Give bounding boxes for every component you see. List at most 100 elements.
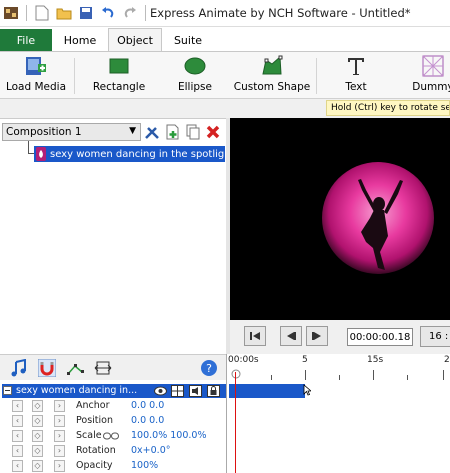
next-keyframe-button[interactable]: › <box>54 430 65 442</box>
timeline-ruler[interactable]: 00:00s 5 15s 20 <box>226 354 450 380</box>
text-button[interactable]: Text <box>336 54 376 98</box>
save-icon[interactable] <box>75 2 97 24</box>
lock-icon[interactable] <box>207 385 220 397</box>
undo-icon[interactable] <box>97 2 119 24</box>
tab-file[interactable]: File <box>0 29 52 51</box>
music-note-icon <box>11 359 26 377</box>
add-keyframe-button[interactable]: ◇ <box>32 415 43 427</box>
previous-keyframe-button[interactable]: ‹ <box>12 430 23 442</box>
delete-icon <box>206 125 220 138</box>
toolbar-separator <box>145 5 146 21</box>
hint-message: Hold (Ctrl) key to rotate sele <box>326 100 450 116</box>
snap-button[interactable] <box>36 358 58 378</box>
hint-bar: Hold (Ctrl) key to rotate sele <box>0 99 450 117</box>
step-forward-icon <box>312 332 321 340</box>
load-media-button[interactable]: Load Media <box>6 54 66 98</box>
tab-object[interactable]: Object <box>108 28 162 51</box>
previous-keyframe-button[interactable]: ‹ <box>12 415 23 427</box>
dummy-label: Dummy <box>412 81 450 93</box>
aspect-ratio-select[interactable]: 16 : <box>420 326 450 347</box>
duplicate-composition-button[interactable] <box>184 122 202 141</box>
property-row-opacity[interactable]: ‹ ◇ › Opacity 100% <box>0 459 226 473</box>
property-value[interactable]: 0.0 0.0 <box>131 400 164 411</box>
property-row-anchor[interactable]: ‹ ◇ › Anchor 0.0 0.0 <box>0 399 226 414</box>
tab-suite[interactable]: Suite <box>164 29 212 51</box>
track-area[interactable] <box>226 380 450 473</box>
ellipse-button[interactable]: Ellipse <box>172 54 218 98</box>
next-keyframe-button[interactable]: › <box>54 415 65 427</box>
layer-name: sexy women dancing in... <box>16 385 138 396</box>
add-keyframe-button[interactable]: ◇ <box>32 460 43 472</box>
ruler-label: 15s <box>367 355 384 365</box>
property-row-scale[interactable]: ‹ ◇ › Scale 100.0% 100.0% <box>0 429 226 444</box>
playhead-marker-icon[interactable] <box>229 369 243 379</box>
previous-keyframe-button[interactable]: ‹ <box>12 460 23 472</box>
add-composition-button[interactable] <box>164 122 182 141</box>
next-keyframe-button[interactable]: › <box>54 445 65 457</box>
ellipse-label: Ellipse <box>178 81 212 93</box>
text-icon <box>348 58 364 75</box>
add-keyframe-button[interactable]: ◇ <box>32 430 43 442</box>
ribbon-tab-row: File Home Object Suite <box>0 27 450 51</box>
collapse-icon[interactable] <box>3 386 12 395</box>
custom-shape-button[interactable]: Custom Shape <box>234 54 310 98</box>
next-keyframe-button[interactable]: › <box>54 460 65 472</box>
property-row-position[interactable]: ‹ ◇ › Position 0.0 0.0 <box>0 414 226 429</box>
toolbar-separator <box>26 5 27 21</box>
visibility-icon[interactable] <box>154 385 167 397</box>
fit-width-icon <box>94 361 112 375</box>
audio-toggle-icon[interactable] <box>189 385 202 397</box>
composition-select[interactable]: Composition 1 ▼ <box>2 123 141 141</box>
link-icon[interactable] <box>103 432 119 440</box>
add-icon <box>166 124 179 139</box>
rectangle-button[interactable]: Rectangle <box>92 54 146 98</box>
rectangle-label: Rectangle <box>92 81 146 93</box>
ruler-label: 20 <box>444 355 450 365</box>
rectangle-icon <box>109 58 129 74</box>
copy-icon <box>186 124 200 139</box>
property-value[interactable]: 100.0% 100.0% <box>131 430 206 441</box>
open-folder-icon[interactable] <box>53 2 75 24</box>
help-button[interactable]: ? <box>198 358 220 378</box>
property-value[interactable]: 0.0 0.0 <box>131 415 164 426</box>
timecode-display[interactable]: 00:00:00.18 <box>347 328 413 346</box>
delete-composition-button[interactable] <box>204 122 222 141</box>
tab-home[interactable]: Home <box>54 29 106 51</box>
previous-keyframe-button[interactable]: ‹ <box>12 400 23 412</box>
property-row-rotation[interactable]: ‹ ◇ › Rotation 0x+0.0° <box>0 444 226 459</box>
property-name: Position <box>76 415 113 426</box>
playback-controls: 00:00:00.18 16 : <box>230 320 450 354</box>
step-back-button[interactable] <box>280 326 302 346</box>
tools-icon <box>145 126 159 139</box>
keyframe-curve-button[interactable] <box>64 358 86 378</box>
redo-icon[interactable] <box>119 2 141 24</box>
dummy-button[interactable]: Dummy <box>410 54 450 98</box>
app-window: Express Animate by NCH Software - Untitl… <box>0 0 450 473</box>
video-clip-icon <box>36 147 46 161</box>
step-forward-button[interactable] <box>306 326 328 346</box>
audio-button[interactable] <box>8 358 30 378</box>
video-preview[interactable] <box>230 118 450 320</box>
skip-back-icon <box>250 332 260 340</box>
magnet-icon <box>38 359 56 377</box>
previous-keyframe-button[interactable]: ‹ <box>12 445 23 457</box>
property-value[interactable]: 0x+0.0° <box>131 445 170 456</box>
add-keyframe-button[interactable]: ◇ <box>32 400 43 412</box>
composition-settings-button[interactable] <box>143 122 161 141</box>
svg-text:?: ? <box>206 362 212 375</box>
load-media-label: Load Media <box>5 81 67 93</box>
property-value[interactable]: 100% <box>131 460 158 471</box>
new-file-icon[interactable] <box>31 2 53 24</box>
go-to-start-button[interactable] <box>244 326 266 346</box>
media-list-item[interactable]: sexy women dancing in the spotligh... <box>34 146 225 162</box>
ruler-tick <box>373 370 374 380</box>
fit-timeline-button[interactable] <box>92 358 114 378</box>
help-icon: ? <box>201 360 217 376</box>
next-keyframe-button[interactable]: › <box>54 400 65 412</box>
ribbon-toolbar: Load Media Rectangle Ellipse Custom Shap… <box>0 51 450 99</box>
title-bar: Express Animate by NCH Software - Untitl… <box>0 0 450 27</box>
layer-grid-icon[interactable] <box>171 385 184 397</box>
playhead[interactable] <box>235 372 236 473</box>
add-keyframe-button[interactable]: ◇ <box>32 445 43 457</box>
load-media-icon <box>26 57 46 75</box>
